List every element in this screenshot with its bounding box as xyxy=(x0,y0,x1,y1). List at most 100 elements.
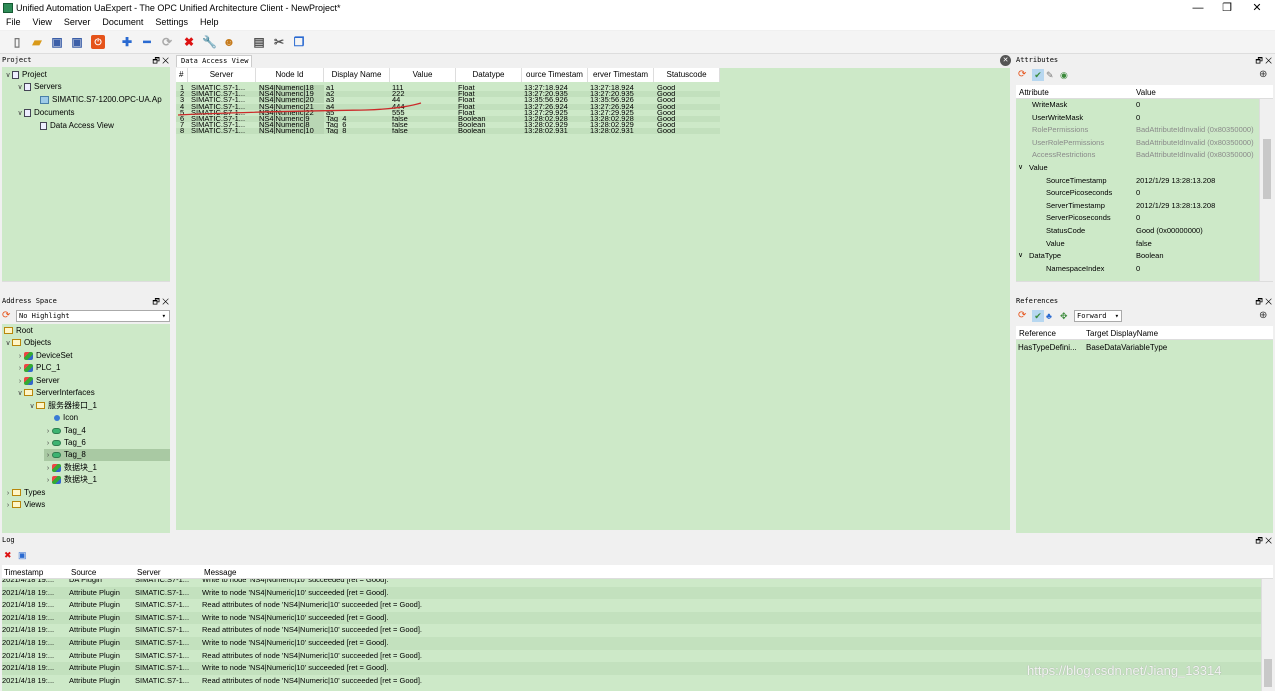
attribute-row[interactable]: ServerTimestamp 2012/1/29 13:28:13.208 xyxy=(1016,200,1259,213)
user-icon[interactable]: ☻ xyxy=(222,35,236,49)
menu-file[interactable]: File xyxy=(0,16,27,27)
log-row[interactable]: 2021/4/18 19:... Attribute Plugin SIMATIC.… xyxy=(2,637,1261,650)
attribute-row[interactable]: ∨ Value xyxy=(1016,162,1259,175)
maximize-button[interactable]: ❐ xyxy=(1212,0,1242,16)
tree-documents[interactable]: ∨ Documents xyxy=(16,107,74,119)
highlight-select[interactable]: No Highlight ▾ xyxy=(16,310,170,322)
save-as-icon[interactable]: ▣ xyxy=(70,35,84,49)
attribute-row[interactable]: StatusCode Good (0x00000000) xyxy=(1016,225,1259,238)
window-icon[interactable]: ❐ xyxy=(292,35,306,49)
tree-objects[interactable]: ∨ Objects xyxy=(4,337,51,349)
minimize-button[interactable]: — xyxy=(1183,0,1213,16)
log-row[interactable]: 2021/4/18 19:... DA Plugin SIMATIC.S7-1...… xyxy=(2,579,1261,587)
add-circle-icon[interactable]: ⊕ xyxy=(1259,69,1267,81)
menu-settings[interactable]: Settings xyxy=(149,16,194,27)
edit-icon[interactable]: ✎ xyxy=(1046,69,1054,81)
doc-icon[interactable]: ▤ xyxy=(252,35,266,49)
direction-select[interactable]: Forward ▾ xyxy=(1074,310,1122,322)
attribute-row[interactable]: UserRolePermissions BadAttributeIdInvalid… xyxy=(1016,137,1259,150)
panel-buttons[interactable]: 🗗 ✕ xyxy=(1255,296,1272,307)
attribute-name: Value xyxy=(1029,163,1048,172)
panel-buttons[interactable]: 🗗 ✕ xyxy=(152,296,169,307)
close-button[interactable]: ✕ xyxy=(1242,0,1272,16)
tree-icon[interactable]: Icon xyxy=(54,412,78,424)
horizontal-scrollbar[interactable] xyxy=(2,281,170,293)
attribute-row[interactable]: ∨ DataType Boolean xyxy=(1016,250,1259,263)
log-message: Write to node 'NS4|Numeric|10' succeeded… xyxy=(202,612,389,622)
attribute-row[interactable]: UserWriteMask 0 xyxy=(1016,112,1259,125)
tree-interface-1[interactable]: ∨ 服务器接口_1 xyxy=(28,400,96,412)
tree-deviceset[interactable]: › DeviceSet xyxy=(16,350,73,362)
power-icon[interactable]: ⏻ xyxy=(91,35,105,49)
menu-document[interactable]: Document xyxy=(96,16,149,27)
menu-server[interactable]: Server xyxy=(58,16,97,27)
attribute-row[interactable]: SourcePicoseconds 0 xyxy=(1016,187,1259,200)
attribute-row[interactable]: AccessRestrictions BadAttributeIdInvalid … xyxy=(1016,149,1259,162)
horizontal-scrollbar[interactable] xyxy=(1016,281,1273,293)
refresh-icon[interactable]: ⟳ xyxy=(1018,69,1026,81)
panel-buttons[interactable]: 🗗 ✕ xyxy=(152,55,169,66)
tree-server[interactable]: › Server xyxy=(16,375,60,387)
save-project-icon[interactable]: ▣ xyxy=(50,35,64,49)
settings-tools-icon[interactable]: 🔧 xyxy=(202,35,217,49)
disconnect-icon[interactable]: ✖ xyxy=(182,35,196,49)
scroll-thumb[interactable] xyxy=(1263,139,1271,199)
tree-root[interactable]: Root xyxy=(4,325,33,337)
network-icon[interactable]: ✥ xyxy=(1060,310,1068,322)
log-timestamp: 2021/4/18 19:... xyxy=(2,587,55,597)
ref-cell-target[interactable]: BaseDataVariableType xyxy=(1086,343,1167,352)
tree-datablock-2[interactable]: › 数据块_1 xyxy=(44,474,97,486)
check-icon[interactable]: ✔ xyxy=(1032,310,1044,322)
tree-serverinterfaces[interactable]: ∨ ServerInterfaces xyxy=(16,387,94,399)
tree-types[interactable]: › Types xyxy=(4,487,46,499)
clear-log-icon[interactable]: ✖ xyxy=(4,549,12,561)
scroll-thumb[interactable] xyxy=(1264,659,1272,687)
close-tab-icon[interactable]: ✕ xyxy=(1000,55,1011,66)
tree-servers[interactable]: ∨ Servers xyxy=(16,81,61,93)
vertical-scrollbar[interactable] xyxy=(1259,99,1273,281)
tree-tag-8-selected[interactable]: › Tag_8 xyxy=(44,449,170,461)
refresh-icon[interactable]: ⟳ xyxy=(1018,310,1026,322)
chevron-down-icon[interactable]: ∨ xyxy=(1018,250,1023,263)
attribute-row[interactable]: SourceTimestamp 2012/1/29 13:28:13.208 xyxy=(1016,175,1259,188)
ref-cell-reference[interactable]: HasTypeDefini... xyxy=(1018,343,1084,352)
tree-plc[interactable]: › PLC_1 xyxy=(16,362,61,374)
check-icon[interactable]: ✔ xyxy=(1032,69,1044,81)
hierarchy-icon[interactable]: ♣ xyxy=(1046,310,1052,322)
new-project-icon[interactable]: ▯ xyxy=(10,35,24,49)
attribute-row[interactable]: RolePermissions BadAttributeIdInvalid (0x… xyxy=(1016,124,1259,137)
remove-icon[interactable]: ━ xyxy=(140,35,154,49)
dav-table: # Server Node Id Display Name Value Datatype o… xyxy=(176,68,1010,530)
tree-datablock-1[interactable]: › 数据块_1 xyxy=(44,462,97,474)
refresh-icon[interactable]: ⟳ xyxy=(160,35,174,49)
tab-data-access-view[interactable]: Data Access View xyxy=(176,55,252,67)
attribute-row[interactable]: ServerPicoseconds 0 xyxy=(1016,212,1259,225)
tree-project-root[interactable]: ∨ Project xyxy=(4,69,46,81)
cut-icon[interactable]: ✂ xyxy=(272,35,286,49)
add-circle-icon[interactable]: ⊕ xyxy=(1259,310,1267,322)
panel-buttons[interactable]: 🗗 ✕ xyxy=(1255,55,1272,66)
save-log-icon[interactable]: ▣ xyxy=(18,549,27,561)
open-project-icon[interactable]: ▰ xyxy=(30,35,44,49)
attribute-row[interactable]: Value false xyxy=(1016,238,1259,251)
menu-help[interactable]: Help xyxy=(194,16,225,27)
monitor-icon[interactable]: ◉ xyxy=(1060,69,1068,81)
refresh-icon[interactable]: ⟳ xyxy=(2,310,14,322)
add-icon[interactable]: ✚ xyxy=(120,35,134,49)
log-row[interactable]: 2021/4/18 19:... Attribute Plugin SIMATIC.… xyxy=(2,599,1261,612)
log-row[interactable]: 2021/4/18 19:... Attribute Plugin SIMATIC.… xyxy=(2,649,1261,663)
log-row[interactable]: 2021/4/18 19:... Attribute Plugin SIMATIC.… xyxy=(2,611,1261,625)
tree-tag-6[interactable]: › Tag_6 xyxy=(44,437,86,449)
attribute-row[interactable]: WriteMask 0 xyxy=(1016,99,1259,112)
tree-tag-4[interactable]: › Tag_4 xyxy=(44,425,86,437)
panel-buttons[interactable]: 🗗 ✕ xyxy=(1255,535,1272,546)
attribute-row[interactable]: NamespaceIndex 0 xyxy=(1016,263,1259,276)
tree-doc-item[interactable]: Data Access View xyxy=(40,120,114,132)
vertical-scrollbar[interactable] xyxy=(1261,579,1273,691)
menu-view[interactable]: View xyxy=(27,16,58,27)
log-row[interactable]: 2021/4/18 19:... Attribute Plugin SIMATIC.… xyxy=(2,624,1261,637)
chevron-down-icon[interactable]: ∨ xyxy=(1018,162,1023,175)
log-row[interactable]: 2021/4/18 19:... Attribute Plugin SIMATIC.… xyxy=(2,586,1261,600)
tree-views[interactable]: › Views xyxy=(4,499,45,511)
tree-server-item[interactable]: SIMATIC.S7-1200.OPC-UA.Ap xyxy=(40,94,162,106)
